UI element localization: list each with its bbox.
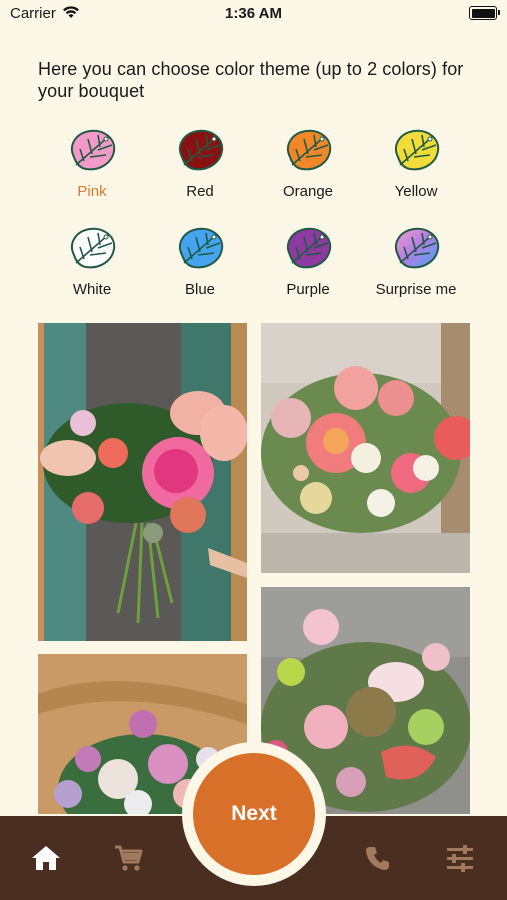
battery-icon <box>469 6 500 20</box>
sliders-icon <box>447 845 473 872</box>
rainbow-leaf-icon <box>395 227 440 269</box>
pink-leaf-icon <box>71 129 116 171</box>
status-bar: Carrier 1:36 AM <box>0 0 507 28</box>
theme-pink[interactable]: Pink <box>37 127 147 200</box>
bouquet-photo-1[interactable] <box>38 323 247 641</box>
cart-icon <box>115 845 143 871</box>
intro-text: Here you can choose color theme (up to 2… <box>38 59 464 101</box>
theme-label: Blue <box>184 281 216 298</box>
theme-yellow[interactable]: Yellow <box>361 127 471 200</box>
purple-leaf-icon <box>287 227 332 269</box>
theme-blue[interactable]: Blue <box>145 225 255 298</box>
theme-label: Pink <box>77 183 107 200</box>
tab-home[interactable] <box>16 816 76 900</box>
white-leaf-icon <box>71 227 116 269</box>
clock: 1:36 AM <box>225 5 282 22</box>
yellow-leaf-icon <box>395 129 440 171</box>
theme-label: Orange <box>282 183 334 200</box>
tab-cart[interactable] <box>98 816 158 900</box>
tab-filters[interactable] <box>430 816 490 900</box>
theme-purple[interactable]: Purple <box>253 225 363 298</box>
theme-label: White <box>72 281 112 298</box>
home-icon <box>32 846 60 870</box>
bouquet-photo-2[interactable] <box>261 323 470 573</box>
phone-icon <box>366 847 389 870</box>
theme-orange[interactable]: Orange <box>253 127 363 200</box>
theme-white[interactable]: White <box>37 225 147 298</box>
red-leaf-icon <box>179 129 224 171</box>
theme-surprise[interactable]: Surprise me <box>361 225 471 298</box>
theme-label: Purple <box>286 281 330 298</box>
theme-label: Yellow <box>394 183 438 200</box>
next-button-ring: Next <box>182 742 326 886</box>
blue-leaf-icon <box>179 227 224 269</box>
tab-phone[interactable] <box>348 816 408 900</box>
theme-label: Red <box>186 183 214 200</box>
next-button[interactable]: Next <box>193 753 315 875</box>
orange-leaf-icon <box>287 129 332 171</box>
theme-label: Surprise me <box>375 281 457 298</box>
theme-red[interactable]: Red <box>145 127 255 200</box>
